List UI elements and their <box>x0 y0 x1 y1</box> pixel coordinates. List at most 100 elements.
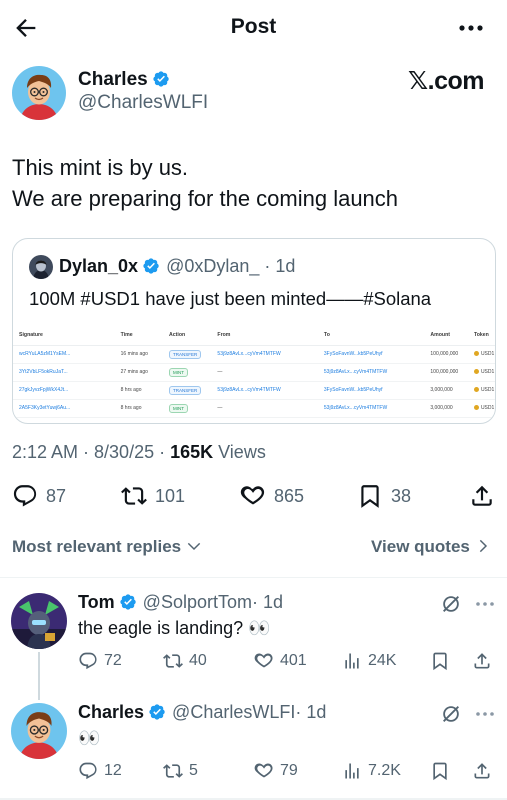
table-cell: 53j9z8AvLx...cyVm4TMTFW <box>211 345 318 364</box>
reply-author-handle[interactable]: @SolportTom <box>143 592 252 612</box>
bookmark-icon <box>433 762 447 781</box>
reply-count: 72 <box>104 652 122 669</box>
action-badge: TRANSFER <box>169 385 202 395</box>
reply-text: the eagle is landing? 👀 <box>78 618 271 638</box>
like-button[interactable]: 865 <box>240 482 304 510</box>
more-icon[interactable] <box>474 704 496 724</box>
top-bar: Post <box>0 0 507 56</box>
quote-author-name: Dylan_0x <box>59 256 139 276</box>
table-cell: 27gkJyvzFpjWkX4Jt... <box>13 381 115 400</box>
repost-button[interactable]: 5 <box>163 761 198 781</box>
repost-count: 40 <box>189 652 207 669</box>
reply-author-handle[interactable]: @CharlesWLFI <box>172 702 295 722</box>
post-text-line: We are preparing for the coming launch <box>12 186 399 211</box>
reply-age: · 1d <box>295 702 327 722</box>
table-row: 27gkJyvzFpjWkX4Jt... 8 hrs ago TRANSFER … <box>13 381 495 400</box>
verified-icon <box>152 70 170 88</box>
table-row: 2A5F3Ky3etYuwj6Au... 8 hrs ago MINT — 53… <box>13 399 495 418</box>
share-button[interactable] <box>472 651 492 671</box>
quoted-post[interactable]: Dylan_0x @0xDylan_ · 1d 100M #USD1 have j… <box>12 238 496 424</box>
divider <box>0 577 507 578</box>
reply-button[interactable]: 12 <box>78 761 122 781</box>
reply-header: Tom @SolportTom· 1d <box>78 592 283 613</box>
avatar[interactable] <box>12 66 66 120</box>
view-quotes-link[interactable]: View quotes <box>371 537 491 557</box>
table-cell: USD1 <box>467 399 495 418</box>
like-button[interactable]: 401 <box>254 651 307 671</box>
table-cell: USD1 <box>467 345 495 364</box>
action-badge: TRANSFER <box>169 349 202 359</box>
table-cell: MINT <box>163 399 212 418</box>
table-cell: 3,000,000 <box>424 381 468 400</box>
author-name[interactable]: Charles <box>78 69 148 90</box>
column-header: Action <box>163 325 212 346</box>
share-button[interactable] <box>472 761 492 781</box>
table-cell: 2A5F3Ky3etYuwj6Au... <box>13 399 115 418</box>
table-cell: 53j9z8AvLx...cyVm4TMTFW <box>211 381 318 400</box>
post-timestamp[interactable]: 2:12 AM · 8/30/25 · <box>12 442 170 462</box>
table-cell: 100,000,000 <box>424 345 468 364</box>
chevron-right-icon <box>479 539 487 553</box>
transactions-table: Signature Time Action From To Amount Tok… <box>13 325 495 423</box>
bookmark-icon <box>361 485 379 508</box>
views-button[interactable]: 7.2K <box>342 761 401 781</box>
token-label: USD1 <box>480 369 495 375</box>
avatar[interactable] <box>11 593 67 649</box>
reply-count: 12 <box>104 762 122 779</box>
reply-icon <box>79 652 97 670</box>
bookmark-icon <box>433 652 447 671</box>
token-label: USD1 <box>480 387 495 393</box>
post-text: This mint is by us. We are preparing for… <box>12 152 398 214</box>
bookmark-button[interactable] <box>430 761 450 781</box>
table-cell: 3FySoFavnW...kb5PeUhyf <box>317 345 425 364</box>
token-label: USD1 <box>480 405 495 411</box>
grok-icon[interactable] <box>440 703 462 725</box>
views-icon <box>345 763 359 779</box>
avatar[interactable] <box>11 703 67 759</box>
usd1-coin-icon <box>473 369 479 374</box>
column-header: Token <box>467 325 495 346</box>
post-text-line: This mint is by us. <box>12 155 189 180</box>
table-cell: 100,000,000 <box>424 363 468 382</box>
views-icon <box>345 653 359 669</box>
verified-icon <box>148 703 166 721</box>
reply-button[interactable]: 87 <box>12 482 66 510</box>
like-icon <box>254 763 273 778</box>
column-header: Amount <box>424 325 468 346</box>
quote-author-handle: @0xDylan_ <box>166 256 260 276</box>
reply-button[interactable]: 72 <box>78 651 122 671</box>
reply-icon <box>79 762 97 780</box>
repost-count: 5 <box>189 762 198 779</box>
table: Signature Time Action From To Amount Tok… <box>13 325 495 418</box>
column-header: Time <box>114 325 164 346</box>
views-count: 24K <box>368 652 397 669</box>
like-count: 865 <box>274 485 305 506</box>
reply-age: · 1d <box>251 592 284 612</box>
post-meta: 2:12 AM · 8/30/25 · 165K Views <box>12 442 266 463</box>
bookmark-button[interactable]: 38 <box>357 482 411 510</box>
sort-label: Most relevant replies <box>12 537 182 556</box>
repost-button[interactable]: 40 <box>163 651 207 671</box>
like-icon <box>240 486 265 505</box>
share-button[interactable] <box>469 482 495 510</box>
table-cell: 16 mins ago <box>114 345 164 364</box>
bookmark-button[interactable] <box>430 651 450 671</box>
like-button[interactable]: 79 <box>254 761 298 781</box>
more-icon[interactable] <box>474 594 496 614</box>
grok-icon[interactable] <box>440 593 462 615</box>
more-icon[interactable] <box>456 18 486 38</box>
thread-line <box>38 652 40 700</box>
repost-button[interactable]: 101 <box>121 482 185 510</box>
repost-icon <box>163 654 183 668</box>
sort-replies-button[interactable]: Most relevant replies <box>12 537 202 557</box>
column-header: Signature <box>13 325 115 346</box>
author-handle[interactable]: @CharlesWLFI <box>78 92 208 114</box>
reply-author-name[interactable]: Charles <box>78 702 144 722</box>
views-button[interactable]: 24K <box>342 651 396 671</box>
reply-author-name[interactable]: Tom <box>78 592 115 612</box>
table-cell: — <box>211 363 318 382</box>
token-label: USD1 <box>480 351 495 357</box>
quote-age: · 1d <box>264 256 296 276</box>
table-cell: 8 hrs ago <box>114 399 164 418</box>
share-icon <box>474 653 490 669</box>
